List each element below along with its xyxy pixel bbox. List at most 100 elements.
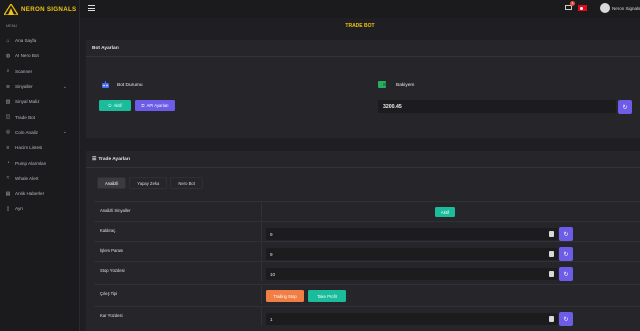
sidebar-item-label: Ana Sayfa — [15, 38, 37, 44]
avatar[interactable] — [600, 3, 610, 13]
sidebar-item-ayr-[interactable]: ▯ Ayrı — [0, 201, 79, 216]
profit-percent-input[interactable]: 1 — [266, 313, 558, 325]
username[interactable]: Neron Signals — [612, 6, 640, 11]
trailing-stop-button[interactable]: Trailing Stop — [266, 290, 304, 302]
scanner-icon: ⌕ — [6, 68, 10, 75]
news-icon: ▤ — [5, 190, 11, 197]
robot-icon — [102, 81, 109, 88]
row-islem-parasi: İşlem Parası 9 ↻ — [94, 241, 640, 261]
leverage-refresh-button[interactable]: ↻ — [559, 227, 573, 241]
sidebar-item-ai-nero-bot[interactable]: ◍ AI Nero Bot — [0, 48, 79, 63]
home-icon: ⌂ — [6, 37, 10, 44]
refresh-icon: ↻ — [563, 231, 569, 238]
sidebar-item-sinyal-maliz[interactable]: ▥ Sinyal Maliz — [0, 94, 79, 109]
row-stop-yuzdesi: Stop Yüzdesi 10 ↻ — [94, 261, 640, 281]
sidebar-item-label: Hacim Listesi — [15, 145, 43, 151]
sidebar-item-label: Ayrı — [15, 206, 24, 212]
take-profit-button[interactable]: Take Profit — [308, 290, 346, 302]
sidebar-item-hacim-listesi[interactable]: ≡ Hacim Listesi — [0, 140, 79, 155]
logo-icon — [4, 3, 18, 15]
refresh-icon: ↻ — [563, 271, 569, 278]
bot-status-label: Bot Durumu — [117, 83, 143, 88]
balance-refresh-button[interactable]: ↻ — [618, 100, 632, 114]
row-label: Stop Yüzdesi — [100, 268, 125, 273]
row-label: Kaldıraç — [100, 228, 116, 233]
row-kar-yuzdesi: Kar Yüzdesi 1 ↻ — [94, 306, 640, 326]
sidebar-item-whale-alert[interactable]: ≈ Whale Alert — [0, 171, 79, 186]
trade-settings-card: ☰ Trade Ayarları Analizli Yapay Zeka Ner… — [86, 151, 640, 331]
tab-nero-bot[interactable]: Nero Bot — [170, 177, 203, 189]
signal-icon: ≋ — [5, 83, 11, 90]
sidebar-item-label: Pump Alarmları — [15, 160, 47, 166]
power-icon: ⏻ — [108, 103, 112, 108]
sidebar: NERON SIGNALS MENU ⌂ Ana Sayfa ◍ AI Nero Bo… — [0, 0, 80, 331]
bot-settings-header: Bot Ayarları — [86, 40, 640, 57]
stepper-icon[interactable] — [549, 231, 554, 237]
trade-settings-header: ☰ Trade Ayarları — [86, 151, 640, 168]
trade-tabs: Analizli Yapay Zeka Nero Bot — [97, 177, 203, 189]
page-title: TRADE BOT — [345, 23, 375, 29]
robot-icon: ◍ — [5, 52, 11, 59]
hamburger-menu-icon[interactable] — [88, 5, 95, 13]
row-label: Çıkış Tipi — [100, 291, 118, 296]
trade-amount-input[interactable]: 9 — [266, 248, 558, 260]
turkish-flag-icon[interactable] — [578, 5, 587, 11]
row-analizli-sinyaller: Analizli Sinyaller Aktif — [94, 201, 640, 221]
trade-amount-refresh-button[interactable]: ↻ — [559, 247, 573, 261]
stop-percent-input[interactable]: 10 — [266, 268, 558, 280]
tab-analizli[interactable]: Analizli — [97, 177, 127, 189]
menu-title: MENU — [6, 24, 18, 28]
sidebar-item-label: Trade Bot — [15, 114, 36, 120]
bot-settings-card: Bot Ayarları — [86, 40, 640, 138]
sidebar-item-label: Coin Analiz — [15, 129, 38, 135]
api-settings-button[interactable]: ⚿ API Ayarları — [135, 100, 175, 111]
row-label: İşlem Parası — [100, 248, 124, 253]
topbar: 1 Neron Signals — [80, 0, 640, 18]
stepper-icon[interactable] — [549, 251, 554, 257]
row-label: Kar Yüzdesi — [100, 313, 123, 318]
profit-percent-refresh-button[interactable]: ↻ — [559, 312, 573, 326]
sidebar-item-coin-analiz[interactable]: ◎ Coin Analiz ⌄ — [0, 125, 79, 140]
active-button[interactable]: ⏻ Aktif — [99, 100, 131, 111]
brand-name: NERON SIGNALS — [21, 5, 77, 13]
bot-icon: ◫ — [5, 114, 11, 121]
logout-icon: ▯ — [6, 205, 10, 212]
refresh-icon: ↻ — [563, 316, 569, 323]
sidebar-item-pump-alarmlar-[interactable]: ◔ Pump Alarmları — [0, 155, 79, 170]
refresh-icon: ↻ — [563, 251, 569, 258]
analizli-active-button[interactable]: Aktif — [435, 207, 455, 217]
sidebar-item-label: Anlık Haberler — [15, 191, 45, 197]
wallet-icon — [378, 81, 386, 88]
chart-icon: ▥ — [5, 98, 11, 105]
leverage-input[interactable]: 9 — [266, 228, 558, 240]
alarm-icon: ◔ — [6, 160, 10, 167]
balance-label: Bakiyem — [396, 83, 415, 88]
balance-field[interactable]: 3200.45 — [378, 100, 616, 113]
volume-icon: ≡ — [6, 144, 10, 151]
row-cikis-tipi: Çıkış Tipi Trailing Stop Take Profit — [94, 284, 640, 304]
chevron-down-icon: ⌄ — [62, 129, 67, 136]
sidebar-item-label: Whale Alert — [15, 175, 39, 181]
sidebar-item-scanner[interactable]: ⌕ Scanner — [0, 64, 79, 79]
stop-percent-refresh-button[interactable]: ↻ — [559, 267, 573, 281]
sidebar-item-label: Sinyal Maliz — [15, 99, 40, 105]
sidebar-item-label: Scanner — [15, 68, 33, 74]
sidebar-item-trade-bot[interactable]: ◫ Trade Bot — [0, 109, 79, 124]
tab-yapay-zeka[interactable]: Yapay Zeka — [129, 177, 168, 189]
sidebar-item-sinyaller[interactable]: ≋ Sinyaller ⌄ — [0, 79, 79, 94]
sidebar-item-ana-sayfa[interactable]: ⌂ Ana Sayfa — [0, 33, 79, 48]
list-icon: ☰ — [92, 156, 97, 162]
coin-icon: ◎ — [5, 129, 11, 136]
whale-icon: ≈ — [6, 175, 10, 182]
brand-logo[interactable]: NERON SIGNALS — [0, 0, 79, 18]
chevron-down-icon: ⌄ — [62, 83, 67, 90]
key-icon: ⚿ — [141, 103, 145, 108]
refresh-icon: ↻ — [622, 104, 628, 111]
row-label: Analizli Sinyaller — [100, 208, 131, 213]
notification-badge: 1 — [570, 1, 575, 6]
sidebar-item-label: AI Nero Bot — [15, 53, 39, 59]
stepper-icon[interactable] — [549, 316, 554, 322]
sidebar-item-label: Sinyaller — [15, 84, 33, 90]
sidebar-item-anl-k-haberler[interactable]: ▤ Anlık Haberler — [0, 186, 79, 201]
stepper-icon[interactable] — [549, 271, 554, 277]
